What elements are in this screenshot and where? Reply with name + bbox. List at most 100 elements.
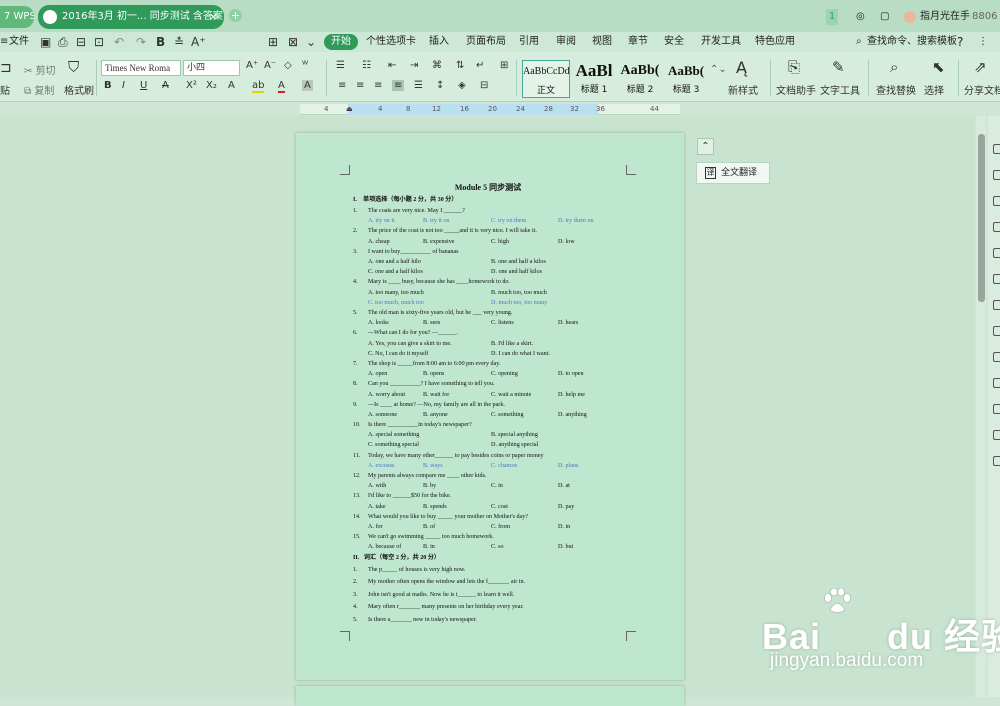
font-grow-quick-icon[interactable]: A⁺: [191, 32, 206, 52]
select-button[interactable]: 选择: [924, 82, 944, 97]
font-color-icon[interactable]: A: [278, 80, 285, 93]
tab-insert[interactable]: 插入: [429, 32, 449, 52]
export-pdf-icon[interactable]: ⎙: [58, 32, 68, 52]
tab-home[interactable]: 开始: [324, 34, 358, 50]
italic-icon[interactable]: I: [122, 80, 125, 91]
save-icon[interactable]: ▣: [40, 32, 51, 52]
tab-custom[interactable]: 个性选项卡: [366, 32, 416, 52]
highlight-icon[interactable]: ab: [252, 80, 265, 93]
distributed-icon[interactable]: ☰: [414, 80, 423, 91]
document-page-next[interactable]: [296, 686, 684, 706]
tab-review[interactable]: 审阅: [556, 32, 576, 52]
new-tab-button[interactable]: +: [229, 9, 242, 22]
sidebar-icon[interactable]: [993, 144, 1000, 154]
char-shading-icon[interactable]: A: [302, 80, 313, 91]
superscript-icon[interactable]: X²: [186, 80, 197, 91]
doc-helper-icon[interactable]: ⎘: [788, 58, 800, 76]
style-normal[interactable]: AaBbCcDd 正文: [522, 60, 570, 98]
undo-icon[interactable]: ↶: [114, 32, 124, 52]
text-tool-button[interactable]: 文字工具: [820, 82, 860, 97]
underline-icon[interactable]: U: [140, 80, 147, 91]
tab-chapter[interactable]: 章节: [628, 32, 648, 52]
align-right-icon[interactable]: ≡: [374, 80, 382, 91]
paste-icon[interactable]: ⊐: [0, 60, 12, 76]
user-name[interactable]: 指月光在手: [920, 9, 970, 25]
horizontal-ruler[interactable]: 4 ⏏ 4 8 12 16 20 24 28 32 36 44: [300, 104, 680, 115]
close-tab-icon[interactable]: ×: [209, 5, 218, 29]
style-heading2[interactable]: AaBb( 标题 2: [618, 60, 662, 98]
show-marks-icon[interactable]: ↵: [476, 60, 484, 71]
styles-more-icon[interactable]: ⌃⌄: [710, 64, 727, 75]
sidebar-icon[interactable]: [993, 274, 1000, 284]
sidebar-icon[interactable]: [993, 430, 1000, 440]
redo-icon[interactable]: ↷: [136, 32, 146, 52]
font-name-combo[interactable]: Times New Roma: [101, 60, 181, 76]
window-badge[interactable]: 1: [826, 9, 838, 25]
align-center-icon[interactable]: ≡: [356, 80, 364, 91]
sidebar-icon[interactable]: [993, 404, 1000, 414]
sidebar-icon[interactable]: [993, 222, 1000, 232]
shrink-font-icon[interactable]: A⁻: [264, 60, 276, 71]
format-painter-button[interactable]: 格式刷: [64, 82, 94, 97]
more-options-icon[interactable]: ⋮: [978, 32, 988, 52]
print-icon[interactable]: ⊟: [76, 32, 86, 52]
document-body[interactable]: Module 5 同步测试 I. 单项选择（每小题 2 分，共 30 分） 1.…: [353, 181, 623, 627]
sidebar-icon[interactable]: [993, 378, 1000, 388]
translate-button[interactable]: 译 全文翻译: [696, 162, 770, 184]
tab-view[interactable]: 视图: [592, 32, 612, 52]
align-quick-icon[interactable]: ≛: [174, 32, 184, 52]
scrollbar-thumb[interactable]: [978, 134, 985, 302]
justify-icon[interactable]: ≡: [392, 80, 405, 91]
strikethrough-icon[interactable]: A: [162, 80, 169, 91]
paste-quick-icon[interactable]: ⊞: [268, 32, 278, 52]
tab-features[interactable]: 特色应用: [755, 32, 795, 52]
sidebar-icon[interactable]: [993, 248, 1000, 258]
avatar[interactable]: [904, 11, 916, 23]
sidebar-icon[interactable]: [993, 300, 1000, 310]
align-left-icon[interactable]: ≡: [338, 80, 346, 91]
tab-page-layout[interactable]: 页面布局: [466, 32, 506, 52]
paste-button[interactable]: 贴: [0, 82, 10, 97]
command-search[interactable]: 查找命令、搜索模板: [867, 32, 957, 52]
sidebar-icon[interactable]: [993, 326, 1000, 336]
chinese-layout-icon[interactable]: ⌘: [432, 60, 442, 71]
tab-security[interactable]: 安全: [664, 32, 684, 52]
find-replace-button[interactable]: 查找替换: [876, 82, 916, 97]
borders-icon[interactable]: ⊟: [480, 80, 488, 91]
share-icon[interactable]: ⇗: [974, 58, 987, 76]
text-effect-icon[interactable]: A: [228, 80, 235, 91]
print-preview-icon[interactable]: ⊡: [94, 32, 104, 52]
copy-button[interactable]: ⧉ 复制: [24, 82, 54, 97]
sidebar-icon[interactable]: [993, 352, 1000, 362]
indent-icon[interactable]: ⇥: [410, 60, 418, 71]
notify-icon[interactable]: ▢: [880, 9, 889, 25]
file-menu[interactable]: 文件: [9, 32, 29, 52]
doc-helper-button[interactable]: 文档助手: [776, 82, 816, 97]
clear-format-icon[interactable]: ◇: [284, 60, 292, 71]
document-page[interactable]: Module 5 同步测试 I. 单项选择（每小题 2 分，共 30 分） 1.…: [296, 133, 684, 680]
clear-quick-icon[interactable]: ⊠: [288, 32, 298, 52]
font-size-combo[interactable]: 小四: [183, 60, 240, 76]
sidebar-icon[interactable]: [993, 456, 1000, 466]
ruler-indent-marker[interactable]: ⏏: [346, 104, 353, 115]
help-icon[interactable]: ?: [957, 32, 963, 52]
bullet-list-icon[interactable]: ☰: [336, 60, 345, 71]
line-spacing-icon[interactable]: ↕: [436, 80, 444, 91]
new-style-button[interactable]: 新样式: [728, 82, 758, 97]
subscript-icon[interactable]: X₂: [206, 80, 217, 91]
table-border-icon[interactable]: ⊞: [500, 60, 508, 71]
skin-icon[interactable]: ◎: [856, 9, 865, 25]
new-style-icon[interactable]: Ą: [736, 58, 747, 77]
document-tab[interactable]: 2016年3月 初一... 同步测试 含答案 ×: [38, 5, 224, 29]
collapse-panel-icon[interactable]: ⌃: [697, 138, 714, 155]
file-menu-icon[interactable]: ≡: [0, 32, 8, 52]
bold-icon[interactable]: B: [104, 80, 112, 91]
cut-button[interactable]: ✂ 剪切: [24, 62, 56, 77]
find-replace-icon[interactable]: ⌕: [890, 58, 898, 76]
share-button[interactable]: 分享文档: [964, 82, 1000, 97]
numbered-list-icon[interactable]: ☷: [362, 60, 371, 71]
select-cursor-icon[interactable]: ⬉: [932, 58, 945, 76]
sidebar-icon[interactable]: [993, 170, 1000, 180]
style-heading3[interactable]: AaBb( 标题 3: [664, 60, 708, 98]
wps-home-tab[interactable]: 7 WPS: [0, 6, 34, 28]
